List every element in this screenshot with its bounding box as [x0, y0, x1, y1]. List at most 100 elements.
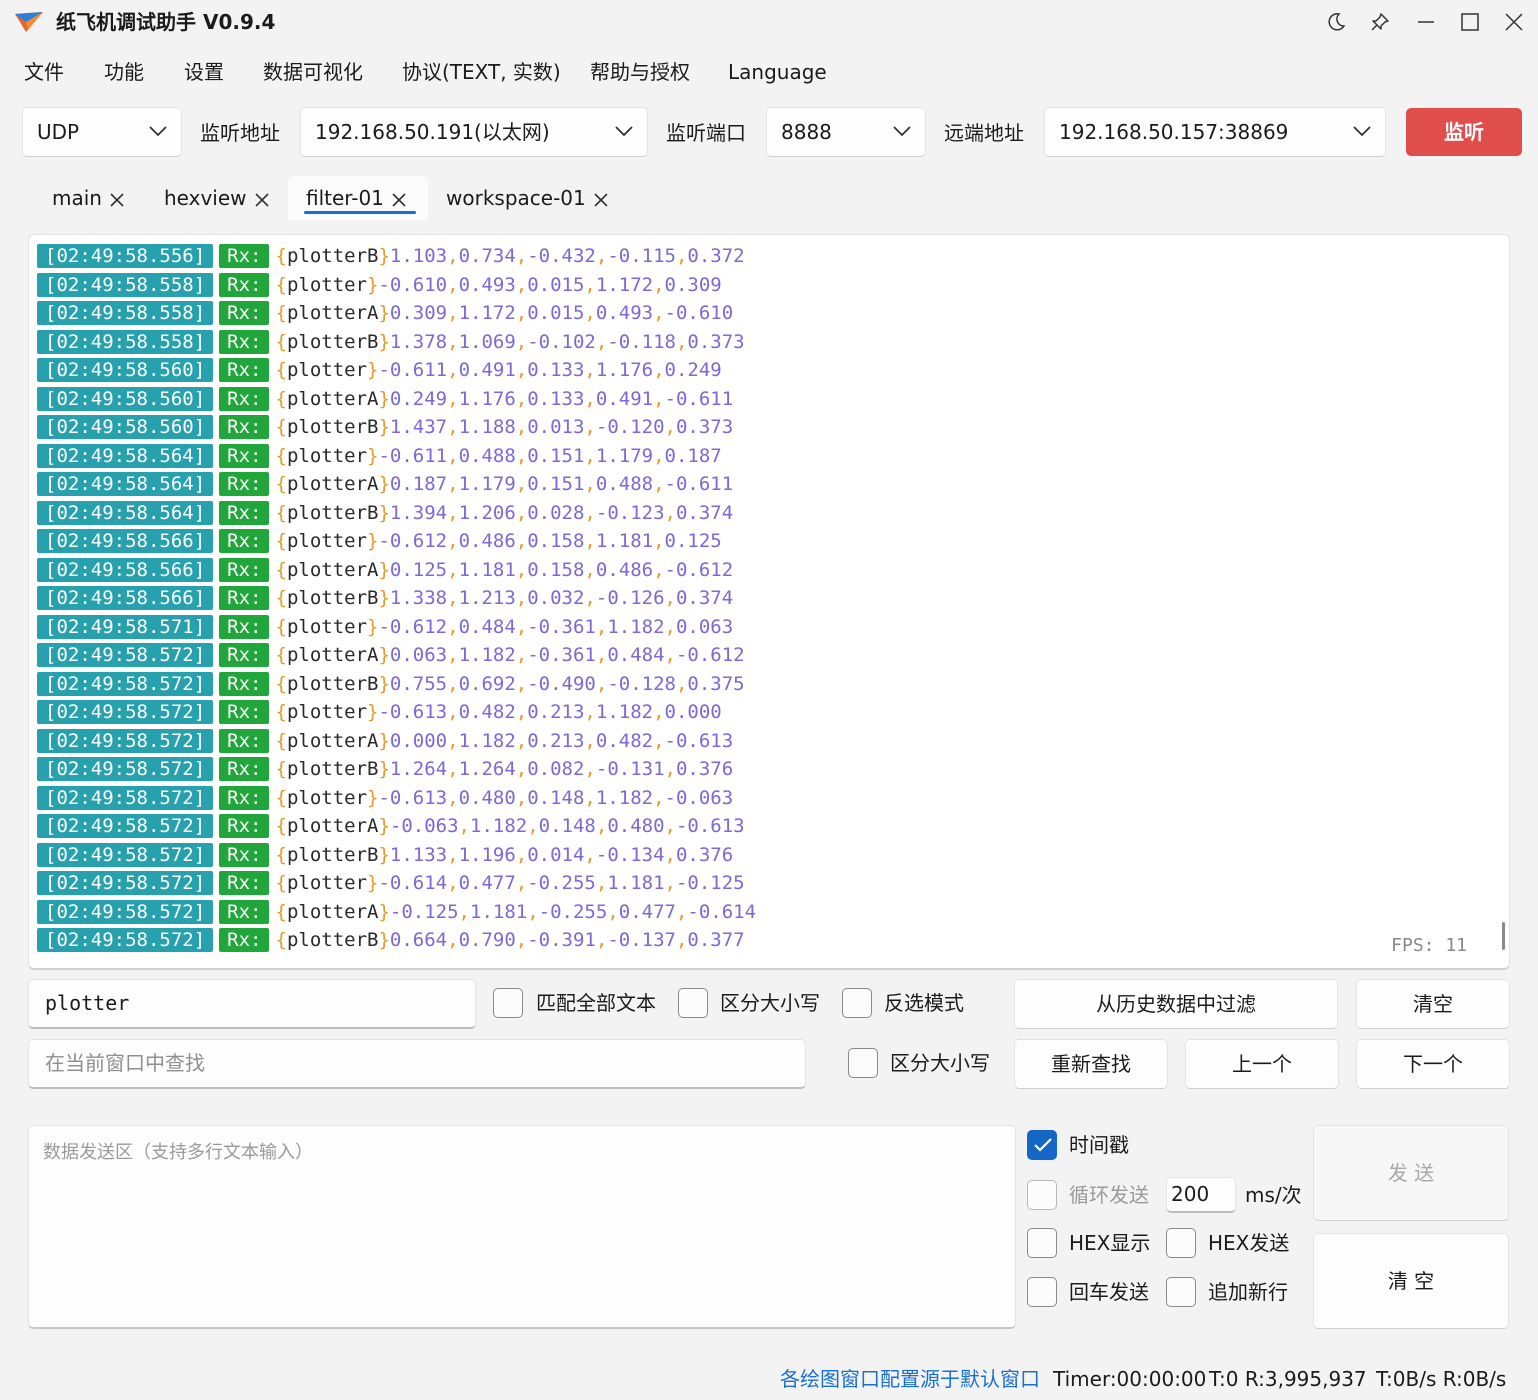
timestamp-badge: [02:49:58.572] — [37, 728, 214, 753]
tab-hexview[interactable]: hexview — [146, 176, 269, 220]
close-brace: } — [378, 672, 390, 695]
invert-checkbox[interactable] — [842, 988, 872, 1018]
comma: , — [653, 302, 665, 324]
tab-workspace-01[interactable]: workspace-01 — [428, 176, 608, 220]
tab-main[interactable]: main — [34, 176, 124, 220]
protocol-select[interactable]: UDP — [22, 107, 182, 157]
filter-clear-button[interactable]: 清空 — [1356, 979, 1510, 1029]
loop-interval-input[interactable]: 200 — [1166, 1177, 1236, 1213]
value: 0.158 — [527, 558, 585, 581]
series-name: plotter — [286, 444, 368, 467]
filter-history-button[interactable]: 从历史数据中过滤 — [1014, 979, 1338, 1029]
tab-filter-01[interactable]: filter-01 — [288, 176, 428, 220]
value: -0.613 — [664, 729, 734, 752]
protocol-value: UDP — [37, 120, 80, 144]
log-row: [02:49:58.571] Rx: {plotter}-0.612,0.484,-… — [37, 614, 733, 639]
menu-file[interactable]: 文件 — [24, 58, 64, 86]
log-scrollbar[interactable] — [1502, 922, 1505, 950]
comma: , — [515, 387, 528, 410]
value: 0.063 — [389, 644, 448, 666]
open-brace: { — [275, 473, 287, 495]
pin-button[interactable] — [1358, 4, 1402, 40]
tab-label: hexview — [164, 186, 247, 210]
value: 0.013 — [527, 416, 585, 438]
menu-protocol[interactable]: 协议(TEXT, 实数) — [402, 58, 561, 86]
timestamp-badge: [02:49:58.564] — [37, 472, 214, 496]
rx-badge: Rx: — [219, 500, 270, 525]
open-brace: { — [275, 701, 287, 723]
close-brace: } — [367, 615, 379, 638]
value: 0.493 — [595, 302, 654, 324]
refind-button[interactable]: 重新查找 — [1014, 1039, 1168, 1089]
find-next-button[interactable]: 下一个 — [1356, 1039, 1510, 1089]
close-brace: } — [378, 558, 390, 581]
chevron-down-icon — [615, 126, 633, 137]
append-newline-checkbox[interactable] — [1166, 1277, 1196, 1307]
filter-case-checkbox[interactable] — [678, 988, 708, 1018]
maximize-button[interactable] — [1448, 4, 1492, 40]
close-brace: } — [378, 900, 390, 923]
listen-address-select[interactable]: 192.168.50.191(以太网) — [300, 107, 648, 157]
loop-send-checkbox[interactable] — [1027, 1180, 1057, 1210]
find-prev-button[interactable]: 上一个 — [1185, 1039, 1339, 1089]
theme-toggle-button[interactable] — [1314, 4, 1358, 40]
close-brace: } — [378, 729, 390, 752]
match-all-checkbox[interactable] — [493, 988, 523, 1018]
timestamp-badge: [02:49:58.564] — [37, 500, 214, 525]
tab-close-icon[interactable] — [254, 192, 269, 207]
receive-log-panel[interactable]: [02:49:58.556] Rx: {plotterB}1.103,0.734,-… — [28, 234, 1510, 970]
tab-close-icon[interactable] — [594, 192, 608, 207]
tab-close-icon[interactable] — [110, 192, 124, 207]
close-brace: } — [378, 330, 390, 353]
tab-close-icon[interactable] — [392, 192, 406, 207]
value: -0.490 — [527, 672, 596, 695]
log-message: {plotterA}0.000,1.182,0.213,0.482,-0.613 — [275, 729, 733, 753]
comma: , — [515, 530, 528, 552]
open-brace: { — [275, 558, 287, 581]
close-brace: } — [378, 302, 390, 324]
listen-button[interactable]: 监听 — [1406, 108, 1522, 156]
minimize-button[interactable] — [1404, 4, 1448, 40]
remote-address-select[interactable]: 192.168.50.157:38869 — [1044, 107, 1386, 157]
series-name: plotterB — [286, 758, 379, 780]
timestamp-checkbox[interactable] — [1027, 1130, 1057, 1160]
plot-config-link[interactable]: 各绘图窗口配置源于默认窗口 — [780, 1364, 1040, 1394]
find-input[interactable]: 在当前窗口中查找 — [28, 1039, 806, 1089]
menu-language[interactable]: Language — [728, 58, 827, 86]
comma: , — [675, 330, 688, 353]
value: 0.374 — [675, 587, 734, 609]
timestamp-badge: [02:49:58.556] — [37, 244, 214, 268]
comma: , — [515, 330, 528, 353]
rx-badge: Rx: — [219, 415, 270, 439]
comma: , — [515, 558, 528, 581]
close-button[interactable] — [1492, 4, 1536, 40]
value: 0.376 — [675, 758, 734, 780]
close-brace: } — [378, 245, 390, 267]
send-clear-button[interactable]: 清 空 — [1313, 1233, 1509, 1329]
value: -0.613 — [378, 786, 448, 809]
timestamp-badge: [02:49:58.558] — [37, 301, 214, 325]
listen-address-label: 监听地址 — [200, 121, 280, 145]
send-textarea[interactable]: 数据发送区（支持多行文本输入） — [28, 1125, 1016, 1329]
series-name: plotterA — [286, 558, 379, 581]
hex-display-label: HEX显示 — [1069, 1231, 1151, 1255]
listen-port-select[interactable]: 8888 — [766, 107, 926, 157]
menu-help[interactable]: 帮助与授权 — [590, 58, 690, 86]
comma: , — [584, 387, 596, 410]
menu-settings[interactable]: 设置 — [184, 58, 224, 86]
menu-visualization[interactable]: 数据可视化 — [263, 58, 363, 86]
menu-function[interactable]: 功能 — [104, 58, 144, 86]
enter-send-checkbox[interactable] — [1027, 1277, 1057, 1307]
value: 0.484 — [607, 644, 665, 666]
send-button[interactable]: 发 送 — [1313, 1125, 1509, 1221]
value: 0.477 — [618, 900, 676, 923]
filter-input[interactable]: plotter — [28, 979, 476, 1029]
find-case-checkbox[interactable] — [848, 1048, 878, 1078]
hex-send-checkbox[interactable] — [1166, 1228, 1196, 1258]
log-row: [02:49:58.572] Rx: {plotterB}0.755,0.692,-… — [37, 671, 745, 696]
comma: , — [595, 672, 608, 695]
comma: , — [653, 729, 665, 752]
rx-badge: Rx: — [219, 899, 270, 924]
hex-display-checkbox[interactable] — [1027, 1228, 1057, 1258]
comma: , — [664, 501, 676, 524]
